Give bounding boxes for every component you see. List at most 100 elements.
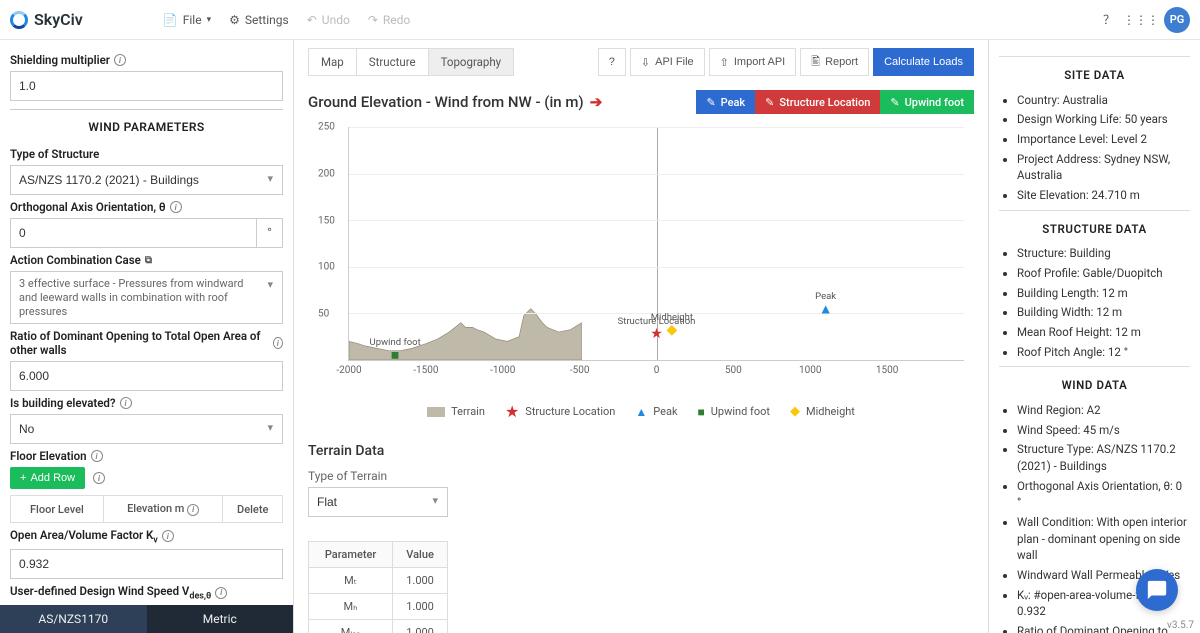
brand-logo: SkyCiv <box>10 10 83 29</box>
settings-menu[interactable]: ⚙ Settings <box>229 13 289 27</box>
edit-icon: ✎ <box>765 96 774 109</box>
undo-button[interactable]: ↶ Undo <box>307 13 350 27</box>
unit-tabs: AS/NZS1170 Metric <box>0 605 293 633</box>
list-item: Mean Roof Height: 12 m <box>1017 324 1188 341</box>
table-row: Mₕ1.000 <box>309 594 448 620</box>
structure-data-list: Structure: Building Roof Profile: Gable/… <box>1001 245 1188 360</box>
list-item: Project Address: Sydney NSW, Australia <box>1017 151 1188 184</box>
legend-peak: ▲Peak <box>635 402 677 421</box>
marker-peak: ▲ <box>819 300 833 317</box>
chevron-down-icon: ▾ <box>207 15 212 25</box>
table-row: Mₜ1.000 <box>309 568 448 594</box>
report-button[interactable]: 🖺Report <box>800 48 869 76</box>
type-of-structure-select[interactable] <box>10 165 283 195</box>
unit-tab-asnzs[interactable]: AS/NZS1170 <box>0 605 147 633</box>
upload-icon: ⇧ <box>720 56 729 69</box>
arrow-right-icon[interactable]: ➔ <box>590 93 603 111</box>
site-data-title: SITE DATA <box>1001 63 1188 92</box>
chart-plot[interactable]: -2000-1500-1000-500050010001500■Upwind f… <box>348 127 964 361</box>
gear-icon: ⚙ <box>229 13 240 27</box>
info-icon[interactable]: i <box>170 201 182 213</box>
marker-label: Midheight <box>651 312 693 323</box>
import-api-button[interactable]: ⇧Import API <box>709 48 797 76</box>
info-icon[interactable]: i <box>93 472 105 484</box>
badge-structure[interactable]: ✎Structure Location <box>755 90 880 114</box>
list-item: Building Width: 12 m <box>1017 304 1188 321</box>
list-item: Roof Profile: Gable/Duopitch <box>1017 265 1188 282</box>
kv-input[interactable] <box>10 549 283 579</box>
info-icon[interactable]: i <box>120 397 132 409</box>
info-icon[interactable]: i <box>215 587 227 599</box>
legend-structure: ★Structure Location <box>505 402 615 421</box>
info-icon[interactable]: i <box>114 54 126 66</box>
plus-icon: + <box>20 472 26 484</box>
brand-name: SkyCiv <box>34 10 83 29</box>
api-file-button[interactable]: ⇩API File <box>630 48 705 76</box>
report-icon: 🖺 <box>811 53 820 72</box>
terrain-fill <box>349 127 582 360</box>
chart-badges: ✎Peak ✎Structure Location ✎Upwind foot <box>696 90 974 114</box>
chart-title: Ground Elevation - Wind from NW - (in m)… <box>308 90 974 114</box>
marker-midheight: ◆ <box>666 322 677 338</box>
tab-map[interactable]: Map <box>309 49 357 75</box>
list-item: Wind Region: A2 <box>1017 402 1188 419</box>
list-item: Orthogonal Axis Orientation, θ: 0 ° <box>1017 478 1188 511</box>
avatar[interactable]: PG <box>1164 7 1190 33</box>
list-item: Site Elevation: 24.710 m <box>1017 187 1188 204</box>
marker-label: Upwind foot <box>370 337 421 348</box>
chat-bubble-icon[interactable] <box>1136 569 1178 611</box>
info-icon[interactable]: i <box>162 530 174 542</box>
edit-icon: ✎ <box>890 96 899 109</box>
center-panel: Map Structure Topography ? ⇩API File ⇧Im… <box>294 40 988 633</box>
shielding-input[interactable] <box>10 71 283 101</box>
list-item: Wall Condition: With open interior plan … <box>1017 514 1188 564</box>
list-item: Building Length: 12 m <box>1017 285 1188 302</box>
external-link-icon[interactable]: ⧉ <box>145 255 152 266</box>
info-icon[interactable]: i <box>273 337 283 349</box>
shielding-label: Shielding multiplier i <box>10 48 283 71</box>
info-icon[interactable]: i <box>187 504 199 516</box>
table-row: Mₗₑₑ1.000 <box>309 620 448 633</box>
add-row-button[interactable]: + Add Row <box>10 467 85 489</box>
wind-data-title: WIND DATA <box>1001 373 1188 402</box>
list-item: Country: Australia <box>1017 92 1188 109</box>
tab-structure[interactable]: Structure <box>357 49 429 75</box>
list-item: Importance Level: Level 2 <box>1017 131 1188 148</box>
calculate-loads-button[interactable]: Calculate Loads <box>873 48 974 76</box>
elevated-select[interactable] <box>10 414 283 444</box>
type-of-structure-label: Type of Structure <box>10 142 283 165</box>
badge-upwind[interactable]: ✎Upwind foot <box>880 90 974 114</box>
badge-peak[interactable]: ✎Peak <box>696 90 755 114</box>
ratio-label: Ratio of Dominant Opening to Total Open … <box>10 324 283 361</box>
redo-icon: ↷ <box>368 13 378 27</box>
undo-icon: ↶ <box>307 13 317 27</box>
type-of-terrain-select[interactable] <box>308 487 448 517</box>
marker-structure-location: ★ <box>650 326 663 342</box>
ratio-input[interactable] <box>10 361 283 391</box>
floor-col-elev: Elevation m i <box>103 496 223 523</box>
list-item: Structure: Building <box>1017 245 1188 262</box>
kv-label: Open Area/Volume Factor Kv i <box>10 523 283 549</box>
tab-topography[interactable]: Topography <box>429 49 514 75</box>
legend-upwind: ■Upwind foot <box>698 402 770 421</box>
redo-button[interactable]: ↷ Redo <box>368 13 410 27</box>
param-table: ParameterValue Mₜ1.000 Mₕ1.000 Mₗₑₑ1.000… <box>308 541 448 633</box>
orth-axis-label: Orthogonal Axis Orientation, θ i <box>10 195 283 218</box>
list-item: Wind Speed: 45 m/s <box>1017 422 1188 439</box>
unit-tab-metric[interactable]: Metric <box>147 605 294 633</box>
action-case-select[interactable]: 3 effective surface - Pressures from win… <box>10 271 283 324</box>
help-button[interactable]: ? <box>598 48 626 76</box>
terrain-data-heading: Terrain Data <box>308 443 974 459</box>
orth-axis-input[interactable] <box>10 218 257 248</box>
version-label: v3.5.7 <box>1167 620 1194 631</box>
floor-col-delete: Delete <box>223 496 283 523</box>
chart-area: -2000-1500-1000-500050010001500■Upwind f… <box>308 122 974 382</box>
floor-table: Floor Level Elevation m i Delete <box>10 495 283 523</box>
apps-grid-icon[interactable]: ⋮⋮⋮ <box>1132 11 1150 29</box>
help-icon[interactable]: ？ <box>1100 11 1118 29</box>
list-item: Roof Pitch Angle: 12 ° <box>1017 344 1188 361</box>
file-menu[interactable]: 📄 File ▾ <box>163 13 211 27</box>
chart-legend: Terrain ★Structure Location ▲Peak ■Upwin… <box>308 402 974 427</box>
info-icon[interactable]: i <box>91 450 103 462</box>
list-item: Ratio of Dominant Opening to Total Open … <box>1017 623 1188 633</box>
